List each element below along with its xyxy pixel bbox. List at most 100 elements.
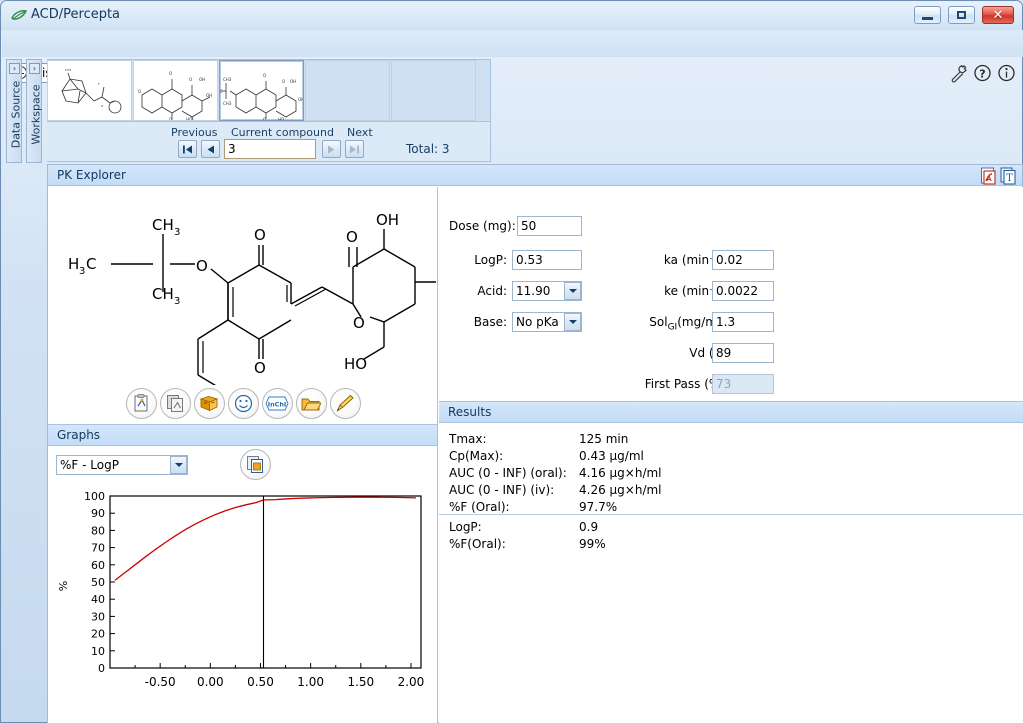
y-axis-tick-label: 80 (91, 524, 105, 537)
svg-text:OH: OH (437, 273, 438, 291)
chevron-down-icon[interactable] (170, 456, 187, 474)
results-panel: Results Tmax: 125 min Cp(Max): 0.43 µg/m… (439, 401, 1023, 723)
result-key: AUC (0 - INF) (oral): (449, 466, 567, 480)
result-key: %F(Oral): (449, 537, 506, 551)
pdf-export-icon[interactable]: A (980, 167, 997, 185)
application-window: ACD/Percepta ✕ History PK Explorer (0, 0, 1023, 723)
maximize-button[interactable] (948, 6, 975, 24)
structure-area: H 3 C CH 3 CH 3 O O O O OH OH O InChI (48, 187, 460, 424)
thumbnail-item-selected[interactable]: CH3 CH3 C O O OH OH HO O (219, 60, 304, 121)
last-compound-button[interactable] (345, 140, 364, 158)
first-compound-button[interactable] (178, 140, 197, 158)
solubility-label-main: Sol (649, 315, 668, 329)
next-compound-button[interactable] (322, 140, 341, 158)
thumbnail-item[interactable]: CH3 F O (47, 60, 132, 121)
y-axis-tick-label: 0 (98, 662, 105, 675)
maximize-icon (949, 7, 974, 23)
first-pass-label: First Pass (%): (644, 377, 729, 391)
inchi-icon[interactable]: InChI (261, 388, 293, 419)
y-axis-tick-label: 60 (91, 559, 105, 572)
help-icon[interactable]: ? (973, 63, 992, 83)
svg-text:O: O (282, 79, 285, 84)
x-axis-tick-label: 1.50 (347, 675, 374, 689)
sidebar-tab-workspace[interactable]: › Workspace (26, 59, 43, 163)
svg-text:CH3: CH3 (65, 68, 71, 72)
sidebar-tab-data-source[interactable]: › Data Source (6, 59, 23, 163)
y-axis-tick-label: 70 (91, 542, 105, 555)
structure-toolbar: InChI (48, 383, 438, 424)
y-axis-tick-label: 50 (91, 576, 105, 589)
result-value: 0.43 µg/ml (579, 449, 644, 463)
y-axis-tick-label: 100 (84, 490, 105, 503)
svg-text:CH: CH (152, 216, 174, 234)
svg-text:O: O (254, 359, 266, 377)
window-title: ACD/Percepta (31, 7, 121, 22)
svg-text:HO: HO (186, 117, 192, 121)
top-toolbar: History PK Explorer ? (2, 30, 1023, 83)
thumbnail-item[interactable]: O O OH OH HO O O (133, 60, 218, 121)
base-combo[interactable]: No pKa (512, 312, 582, 332)
minimize-button[interactable] (914, 6, 941, 24)
copy-structure-icon[interactable] (159, 388, 191, 419)
chevron-down-icon[interactable] (564, 282, 581, 300)
ke-input[interactable] (712, 281, 774, 301)
current-compound-input[interactable] (224, 139, 316, 159)
edit-structure-icon[interactable] (329, 388, 361, 419)
svg-text:O: O (254, 226, 266, 244)
graph-type-value: %F - LogP (60, 458, 119, 472)
dose-label: Dose (mg): (449, 219, 516, 233)
previous-compound-button[interactable] (201, 140, 220, 158)
svg-text:OH: OH (206, 93, 212, 98)
svg-text:O: O (196, 257, 208, 275)
copy-graph-icon[interactable] (240, 449, 271, 480)
sidebar-tab-label: Data Source (9, 80, 23, 149)
logp-input[interactable] (512, 250, 582, 270)
vd-input[interactable] (712, 343, 774, 363)
solubility-input[interactable] (712, 312, 774, 332)
y-axis-tick-label: 10 (91, 645, 105, 658)
paste-structure-icon[interactable] (125, 388, 157, 419)
close-button[interactable]: ✕ (982, 6, 1014, 24)
thumbnail-slot-empty (391, 60, 476, 121)
y-axis-tick-label: 40 (91, 593, 105, 606)
svg-text:O: O (169, 117, 172, 121)
result-key: Cp(Max): (449, 449, 504, 463)
text-export-icon[interactable]: T (1000, 167, 1017, 185)
y-axis-tick-label: 90 (91, 507, 105, 520)
base-combo-value: No pKa (516, 315, 559, 329)
svg-text:O: O (138, 89, 141, 94)
svg-text:CH3: CH3 (223, 77, 232, 82)
svg-text:C: C (86, 255, 96, 273)
smiles-icon[interactable] (227, 388, 259, 419)
acid-combo[interactable]: 11.90 (512, 281, 582, 301)
expand-icon[interactable]: › (9, 63, 20, 74)
ka-input[interactable] (712, 250, 774, 270)
close-icon: ✕ (992, 7, 1004, 23)
previous-label: Previous (171, 126, 218, 139)
svg-text:O: O (101, 104, 104, 108)
parameters-form: Dose (mg): LogP: Acid: 11.90 Base: No pK… (439, 187, 1023, 416)
info-icon[interactable] (997, 63, 1016, 83)
svg-text:OH: OH (376, 211, 399, 229)
svg-text:3: 3 (174, 296, 180, 307)
x-axis-tick-label: -0.50 (145, 675, 176, 689)
graphs-panel: Graphs %F - LogP 0 10 20 30 40 50 60 70 80 90 100 -… (48, 424, 438, 723)
expand-icon[interactable]: › (29, 63, 40, 74)
open-file-icon[interactable] (295, 388, 327, 419)
svg-text:O: O (263, 73, 266, 78)
y-axis-tick-label: 20 (91, 628, 105, 641)
wrench-icon[interactable] (949, 63, 968, 83)
svg-text:OH: OH (298, 97, 304, 102)
chevron-down-icon[interactable] (564, 313, 581, 331)
result-value: 99% (579, 537, 606, 551)
dictionary-icon[interactable] (193, 388, 225, 419)
pk-explorer-panel: PK Explorer A T H 3 C CH 3 CH 3 O O O O … (47, 164, 1023, 723)
next-label: Next (347, 126, 373, 139)
dose-input[interactable] (517, 216, 582, 236)
graph-type-combo[interactable]: %F - LogP (56, 455, 188, 475)
x-axis-tick-label: 1.00 (297, 675, 324, 689)
svg-text:3: 3 (174, 227, 180, 238)
current-compound-label: Current compound (231, 126, 334, 139)
svg-text:O: O (346, 228, 358, 246)
x-axis-tick-label: 0.00 (197, 675, 224, 689)
